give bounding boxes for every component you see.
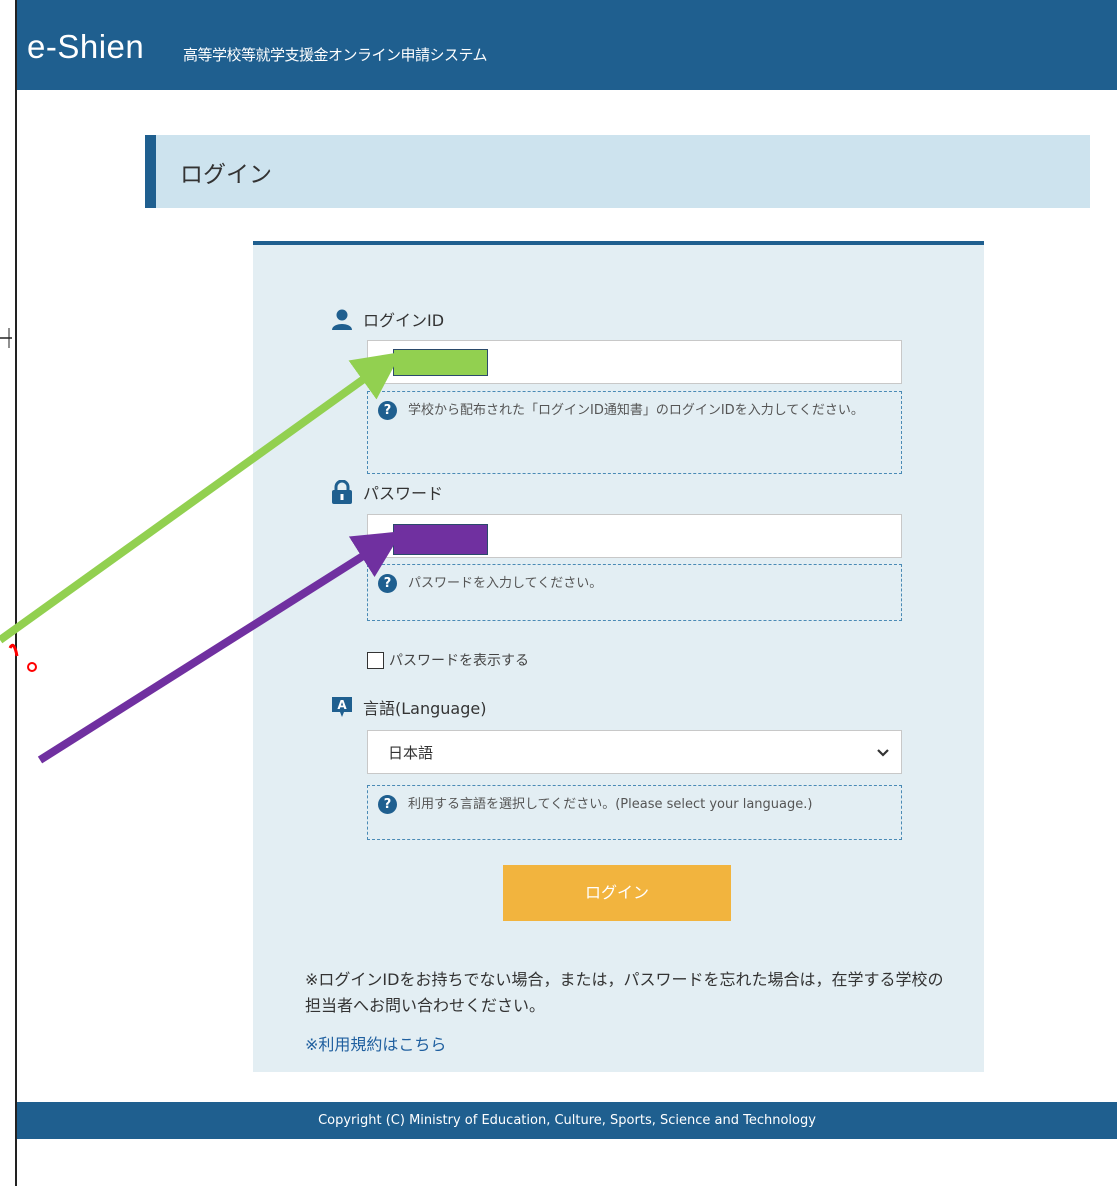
password-label-row: パスワード — [331, 480, 443, 504]
footer-copyright: Copyright (C) Ministry of Education, Cul… — [17, 1102, 1117, 1139]
margin-mark — [0, 328, 12, 348]
language-selected-value: 日本語 — [388, 744, 434, 762]
chevron-down-icon — [877, 749, 889, 757]
system-name: 高等学校等就学支援金オンライン申請システム — [183, 46, 488, 64]
language-label: 言語(Language) — [363, 699, 487, 718]
login-id-highlight — [393, 349, 488, 376]
svg-text:A: A — [337, 698, 347, 712]
show-password-label[interactable]: パスワードを表示する — [389, 650, 529, 670]
terms-link[interactable]: ※利用規約はこちら — [305, 1031, 446, 1055]
language-icon: A — [332, 697, 352, 717]
question-icon: ? — [378, 401, 397, 420]
lock-icon — [332, 480, 352, 504]
help-note: ※ログインIDをお持ちでない場合，または，パスワードを忘れた場合は，在学する学校… — [305, 970, 944, 1015]
question-icon: ? — [378, 574, 397, 593]
user-icon — [332, 309, 352, 330]
page-title: ログイン — [180, 162, 272, 188]
login-id-help-text: 学校から配布された「ログインID通知書」のログインIDを入力してください。 — [408, 403, 864, 418]
login-page: e-Shien 高等学校等就学支援金オンライン申請システム ログイン ログインI… — [17, 0, 1117, 1186]
show-password-checkbox[interactable] — [367, 651, 384, 669]
login-panel: ログインID ? 学校から配布された「ログインID通知書」のログインIDを入力し… — [253, 241, 984, 1072]
login-id-help: ? 学校から配布された「ログインID通知書」のログインIDを入力してください。 — [367, 391, 902, 474]
password-help-text: パスワードを入力してください。 — [408, 576, 603, 591]
language-label-row: A 言語(Language) — [331, 695, 486, 719]
login-button[interactable]: ログイン — [503, 865, 731, 921]
top-header: e-Shien 高等学校等就学支援金オンライン申請システム — [17, 0, 1117, 90]
login-id-label: ログインID — [363, 311, 445, 330]
show-password-row[interactable]: パスワードを表示する — [367, 650, 529, 670]
language-help: ? 利用する言語を選択してください。(Please select your la… — [367, 785, 902, 840]
question-icon: ? — [378, 795, 397, 814]
language-help-text: 利用する言語を選択してください。(Please select your lang… — [408, 797, 813, 812]
login-id-label-row: ログインID — [331, 307, 444, 331]
password-help: ? パスワードを入力してください。 — [367, 564, 902, 621]
password-highlight — [393, 524, 488, 555]
site-logo[interactable]: e-Shien — [27, 28, 144, 66]
language-select[interactable]: 日本語 — [367, 730, 902, 774]
password-label: パスワード — [363, 484, 444, 503]
page-heading: ログイン — [145, 135, 1090, 208]
